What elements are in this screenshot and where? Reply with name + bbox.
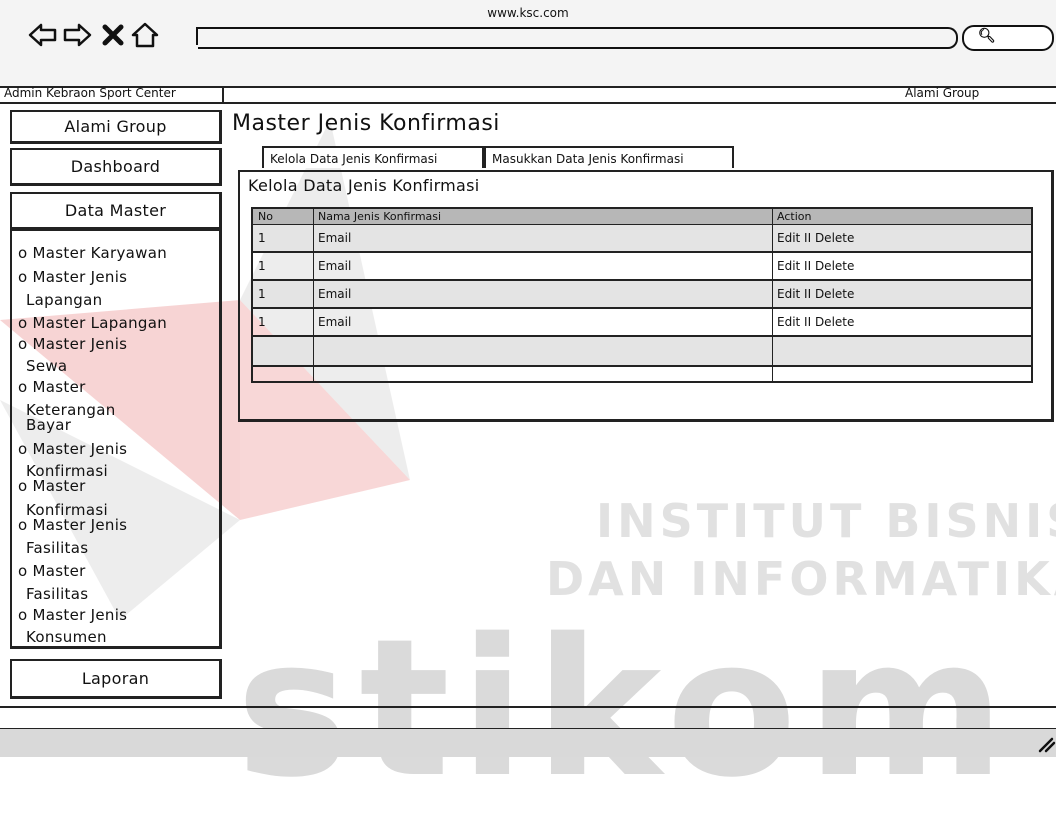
sidebar-item-master-jenis-konsumen[interactable]: o Master Jenis (18, 607, 127, 624)
panel-title: Kelola Data Jenis Konfirmasi (248, 176, 480, 195)
cell-no: 1 (258, 315, 266, 329)
data-table: No Nama Jenis Konfirmasi Action 1 Email … (251, 207, 1033, 383)
table-row: 1 Email Edit II Delete (253, 281, 1031, 309)
cell-action[interactable]: Edit II Delete (777, 259, 854, 273)
sidebar-item-master-jenis-fasilitas-cont[interactable]: Fasilitas (26, 540, 88, 557)
sidebar-item-master-keterangan-bayar[interactable]: o Master (18, 379, 86, 396)
cell-action[interactable]: Edit II Delete (777, 287, 854, 301)
sidebar-button-alami-group[interactable]: Alami Group (10, 110, 222, 144)
column-header-action: Action (777, 210, 812, 223)
status-bar (0, 728, 1056, 757)
resize-grip-icon[interactable] (1032, 733, 1056, 753)
sidebar-item-master-karyawan[interactable]: o Master Karyawan (18, 245, 167, 262)
sidebar-item-master-jenis-konsumen-cont[interactable]: Konsumen (26, 629, 107, 646)
sidebar-master-list: o Master Karyawan o Master Jenis Lapanga… (10, 229, 222, 649)
sidebar-item-master-jenis-lapangan[interactable]: o Master Jenis (18, 269, 127, 286)
sidebar-button-laporan[interactable]: Laporan (10, 659, 222, 699)
cell-action[interactable]: Edit II Delete (777, 231, 854, 245)
sidebar-item-master-konfirmasi[interactable]: o Master (18, 478, 86, 495)
tab-masukkan-data[interactable]: Masukkan Data Jenis Konfirmasi (484, 146, 734, 168)
cell-nama: Email (318, 287, 352, 301)
watermark-text-line1: INSTITUT BISNIS (596, 494, 1056, 548)
sidebar-item-master-jenis-lapangan-cont[interactable]: Lapangan (26, 292, 102, 309)
cell-action[interactable]: Edit II Delete (777, 315, 854, 329)
sidebar-item-master-jenis-konfirmasi[interactable]: o Master Jenis (18, 441, 127, 458)
column-divider (313, 209, 314, 381)
header-divider (222, 86, 224, 102)
table-row-empty (253, 367, 1031, 379)
cell-nama: Email (318, 231, 352, 245)
forward-arrow-icon[interactable] (62, 20, 92, 50)
footer-bar (0, 706, 1056, 730)
sidebar-item-master-fasilitas-cont[interactable]: Fasilitas (26, 586, 88, 603)
home-icon[interactable] (130, 20, 160, 50)
sidebar-button-data-master[interactable]: Data Master (10, 192, 222, 230)
table-row: 1 Email Edit II Delete (253, 225, 1031, 253)
sidebar-item-master-jenis-sewa[interactable]: o Master Jenis (18, 336, 127, 353)
table-row-empty (253, 337, 1031, 367)
sidebar-item-master-fasilitas[interactable]: o Master (18, 563, 86, 580)
search-button[interactable]: 🔍︎ (962, 25, 1054, 51)
cell-no: 1 (258, 231, 266, 245)
cell-no: 1 (258, 287, 266, 301)
sidebar-item-master-keterangan-bayar-cont2[interactable]: Bayar (26, 417, 71, 434)
cell-nama: Email (318, 315, 352, 329)
back-arrow-icon[interactable] (28, 20, 58, 50)
header-user-name: Alami Group (905, 86, 980, 100)
tab-kelola-data[interactable]: Kelola Data Jenis Konfirmasi (262, 146, 484, 168)
sidebar-item-master-jenis-sewa-cont[interactable]: Sewa (26, 358, 67, 375)
cell-no: 1 (258, 259, 266, 273)
sidebar-item-master-lapangan[interactable]: o Master Lapangan (18, 315, 167, 332)
close-icon[interactable] (98, 20, 128, 50)
sidebar-button-dashboard[interactable]: Dashboard (10, 148, 222, 186)
column-header-nama: Nama Jenis Konfirmasi (318, 210, 442, 223)
search-icon: 🔍︎ (978, 28, 996, 44)
address-bar[interactable] (198, 27, 958, 49)
browser-toolbar: www.ksc.com 🔍︎ (0, 0, 1056, 88)
browser-url-text: www.ksc.com (487, 6, 569, 20)
table-row: 1 Email Edit II Delete (253, 309, 1031, 337)
column-divider (772, 209, 773, 381)
header-app-name: Admin Kebraon Sport Center (4, 86, 176, 100)
page-title: Master Jenis Konfirmasi (232, 111, 500, 136)
table-header: No Nama Jenis Konfirmasi Action (253, 209, 1031, 225)
app-header-bar: Admin Kebraon Sport Center Alami Group (0, 86, 1056, 104)
column-header-no: No (258, 210, 273, 223)
table-row: 1 Email Edit II Delete (253, 253, 1031, 281)
sidebar-item-master-jenis-fasilitas[interactable]: o Master Jenis (18, 517, 127, 534)
cell-nama: Email (318, 259, 352, 273)
